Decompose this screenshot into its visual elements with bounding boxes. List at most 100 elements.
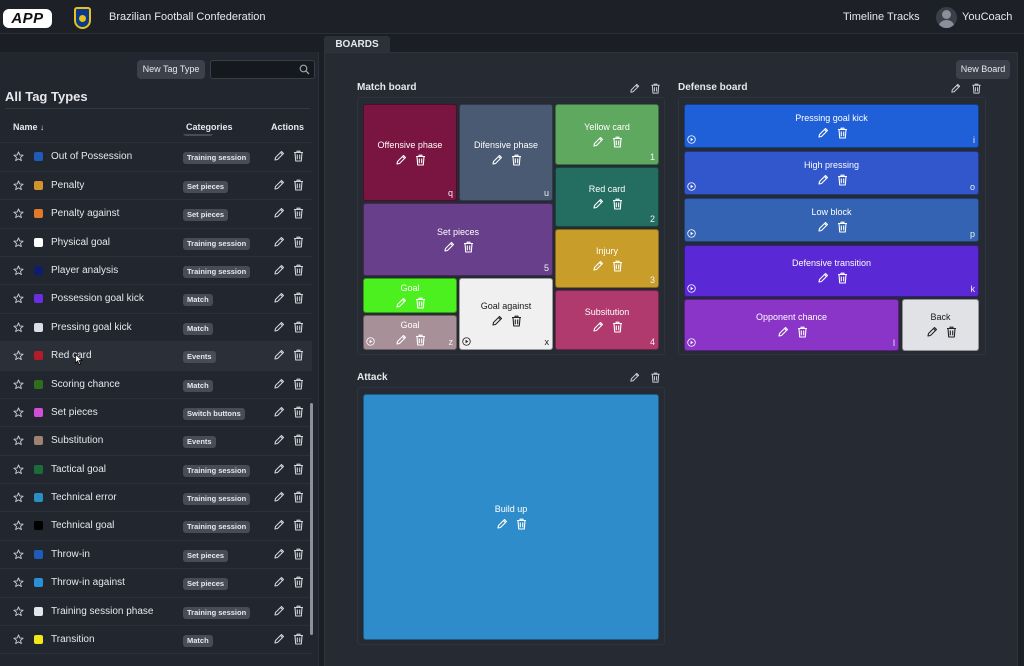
edit-tile-icon[interactable] bbox=[395, 154, 407, 166]
board-tile[interactable]: Goal z bbox=[363, 315, 457, 350]
tag-row[interactable]: Set pieces Switch buttons bbox=[0, 399, 312, 428]
favorite-star-icon[interactable] bbox=[13, 435, 24, 446]
delete-icon[interactable] bbox=[293, 378, 304, 390]
delete-tile-icon[interactable] bbox=[612, 260, 623, 272]
edit-tile-icon[interactable] bbox=[817, 221, 829, 233]
favorite-star-icon[interactable] bbox=[13, 208, 24, 219]
delete-tile-icon[interactable] bbox=[511, 315, 522, 327]
edit-tile-icon[interactable] bbox=[817, 272, 829, 284]
board-tile[interactable]: Subsitution 4 bbox=[555, 290, 659, 350]
play-icon[interactable] bbox=[687, 284, 696, 293]
tag-row[interactable]: Substitution Events bbox=[0, 427, 312, 456]
delete-tile-icon[interactable] bbox=[837, 127, 848, 139]
edit-board-icon[interactable] bbox=[629, 372, 640, 383]
edit-board-icon[interactable] bbox=[950, 83, 961, 94]
delete-tile-icon[interactable] bbox=[797, 326, 808, 338]
favorite-star-icon[interactable] bbox=[13, 151, 24, 162]
edit-tile-icon[interactable] bbox=[395, 297, 407, 309]
edit-icon[interactable] bbox=[273, 463, 285, 475]
favorite-star-icon[interactable] bbox=[13, 407, 24, 418]
delete-icon[interactable] bbox=[293, 434, 304, 446]
delete-board-icon[interactable] bbox=[650, 372, 661, 383]
play-icon[interactable] bbox=[687, 338, 696, 347]
edit-tile-icon[interactable] bbox=[926, 326, 938, 338]
edit-tile-icon[interactable] bbox=[817, 174, 829, 186]
new-tag-type-button[interactable]: New Tag Type bbox=[137, 60, 205, 79]
edit-icon[interactable] bbox=[273, 406, 285, 418]
delete-tile-icon[interactable] bbox=[837, 174, 848, 186]
search-icon[interactable] bbox=[299, 64, 310, 75]
favorite-star-icon[interactable] bbox=[13, 520, 24, 531]
tag-row[interactable]: Physical goal Training session bbox=[0, 229, 312, 257]
delete-icon[interactable] bbox=[293, 150, 304, 162]
delete-icon[interactable] bbox=[293, 349, 304, 361]
edit-icon[interactable] bbox=[273, 605, 285, 617]
delete-board-icon[interactable] bbox=[650, 83, 661, 94]
play-icon[interactable] bbox=[462, 337, 471, 346]
delete-tile-icon[interactable] bbox=[415, 334, 426, 346]
column-header-name[interactable]: Name ↓ bbox=[13, 122, 44, 132]
board-tile[interactable]: Defensive transition k bbox=[684, 245, 979, 297]
delete-icon[interactable] bbox=[293, 321, 304, 333]
favorite-star-icon[interactable] bbox=[13, 293, 24, 304]
tab-boards[interactable]: BOARDS bbox=[324, 36, 390, 52]
edit-icon[interactable] bbox=[273, 519, 285, 531]
board-tile[interactable]: Injury 3 bbox=[555, 229, 659, 288]
edit-icon[interactable] bbox=[273, 378, 285, 390]
tag-row[interactable]: Scoring chance Match bbox=[0, 371, 312, 399]
delete-tile-icon[interactable] bbox=[516, 518, 527, 530]
edit-icon[interactable] bbox=[273, 491, 285, 503]
delete-icon[interactable] bbox=[293, 207, 304, 219]
nav-timeline-tracks[interactable]: Timeline Tracks bbox=[843, 11, 920, 23]
tag-row[interactable]: Player analysis Training session bbox=[0, 257, 312, 286]
board-tile[interactable]: Low block p bbox=[684, 198, 979, 242]
tag-row[interactable]: Opposite halfMatch bbox=[0, 134, 312, 144]
delete-icon[interactable] bbox=[293, 292, 304, 304]
favorite-star-icon[interactable] bbox=[13, 464, 24, 475]
favorite-star-icon[interactable] bbox=[13, 606, 24, 617]
tag-row[interactable]: Out of Possession Training session bbox=[0, 143, 312, 172]
edit-tile-icon[interactable] bbox=[592, 136, 604, 148]
delete-tile-icon[interactable] bbox=[511, 154, 522, 166]
board-tile[interactable]: Offensive phase q bbox=[363, 104, 457, 201]
edit-icon[interactable] bbox=[273, 150, 285, 162]
tag-row[interactable]: Technical error Training session bbox=[0, 484, 312, 513]
tag-search-input[interactable] bbox=[211, 62, 299, 80]
favorite-star-icon[interactable] bbox=[13, 350, 24, 361]
tag-row[interactable]: Penalty against Set pieces bbox=[0, 200, 312, 229]
edit-icon[interactable] bbox=[273, 434, 285, 446]
board-tile[interactable]: Build up bbox=[363, 394, 659, 640]
favorite-star-icon[interactable] bbox=[13, 265, 24, 276]
edit-tile-icon[interactable] bbox=[491, 315, 503, 327]
delete-icon[interactable] bbox=[293, 519, 304, 531]
edit-icon[interactable] bbox=[273, 633, 285, 645]
delete-icon[interactable] bbox=[293, 576, 304, 588]
favorite-star-icon[interactable] bbox=[13, 549, 24, 560]
delete-icon[interactable] bbox=[293, 491, 304, 503]
edit-tile-icon[interactable] bbox=[592, 321, 604, 333]
play-icon[interactable] bbox=[366, 337, 375, 346]
tag-row[interactable]: Possession goal kick Match bbox=[0, 285, 312, 314]
edit-tile-icon[interactable] bbox=[443, 241, 455, 253]
delete-icon[interactable] bbox=[293, 179, 304, 191]
edit-tile-icon[interactable] bbox=[592, 198, 604, 210]
tag-row[interactable]: Red card Events bbox=[0, 342, 312, 371]
delete-tile-icon[interactable] bbox=[837, 221, 848, 233]
tag-row[interactable]: Tactical goal Training session bbox=[0, 456, 312, 485]
favorite-star-icon[interactable] bbox=[13, 577, 24, 588]
delete-icon[interactable] bbox=[293, 633, 304, 645]
edit-icon[interactable] bbox=[273, 548, 285, 560]
edit-tile-icon[interactable] bbox=[395, 334, 407, 346]
edit-icon[interactable] bbox=[273, 292, 285, 304]
favorite-star-icon[interactable] bbox=[13, 180, 24, 191]
play-icon[interactable] bbox=[687, 135, 696, 144]
edit-icon[interactable] bbox=[273, 207, 285, 219]
favorite-star-icon[interactable] bbox=[13, 492, 24, 503]
tag-row[interactable]: Transition Match bbox=[0, 626, 312, 655]
tag-row[interactable]: Penalty Set pieces bbox=[0, 172, 312, 201]
tag-row[interactable]: Technical goal Training session bbox=[0, 512, 312, 541]
board-tile[interactable]: Red card 2 bbox=[555, 167, 659, 227]
edit-icon[interactable] bbox=[273, 236, 285, 248]
delete-icon[interactable] bbox=[293, 236, 304, 248]
delete-tile-icon[interactable] bbox=[612, 321, 623, 333]
